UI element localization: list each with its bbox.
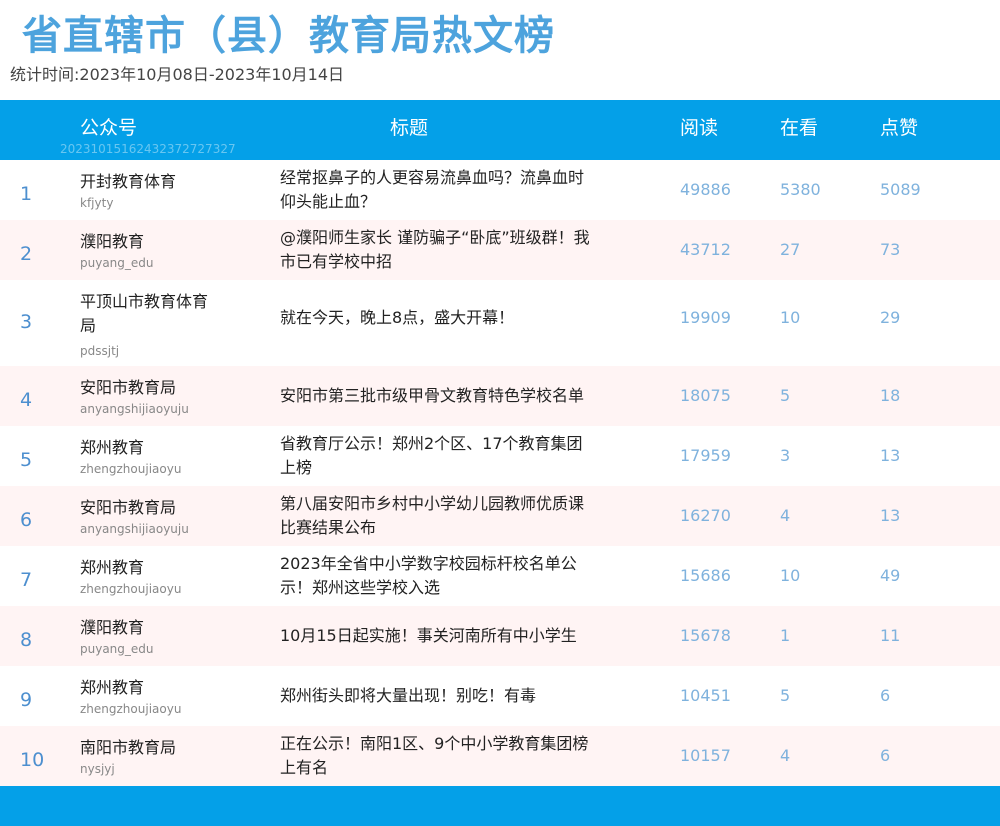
read-count: 19909 — [680, 308, 731, 327]
watch-count: 1 — [780, 626, 791, 645]
article-title[interactable]: 郑州街头即将大量出现！别吃！有毒 — [280, 684, 595, 708]
footer-bar — [0, 786, 1000, 826]
rank-number: 10 — [20, 749, 45, 771]
watch-count: 3 — [780, 446, 791, 465]
account-id: puyang_edu — [80, 256, 154, 270]
rank-number: 6 — [20, 509, 33, 531]
table-row[interactable]: 8 濮阳教育 puyang_edu 10月15日起实施！事关河南所有中小学生 1… — [0, 606, 1000, 666]
header-title: 标题 — [390, 117, 429, 139]
account-name: 安阳市教育局 — [80, 378, 177, 397]
account-id: zhengzhoujiaoyu — [80, 582, 182, 596]
table-row[interactable]: 3 平顶山市教育体育局 pdssjtj 就在今天，晚上8点，盛大开幕！ 1990… — [0, 280, 1000, 366]
account-id: zhengzhoujiaoyu — [80, 702, 182, 716]
header-account: 公众号 — [80, 117, 138, 139]
account-name: 郑州教育 — [80, 678, 145, 697]
article-title[interactable]: 正在公示！南阳1区、9个中小学教育集团榜上有名 — [280, 732, 595, 780]
like-count: 11 — [880, 626, 901, 645]
account-id: puyang_edu — [80, 642, 154, 656]
table-row[interactable]: 5 郑州教育 zhengzhoujiaoyu 省教育厅公示！郑州2个区、17个教… — [0, 426, 1000, 486]
account-id: nysjyj — [80, 762, 115, 776]
article-title[interactable]: 就在今天，晚上8点，盛大开幕！ — [280, 306, 595, 330]
read-count: 15686 — [680, 566, 731, 585]
account-name: 郑州教育 — [80, 438, 145, 457]
watch-count: 27 — [780, 240, 801, 259]
watch-count: 5380 — [780, 180, 821, 199]
watch-count: 10 — [780, 308, 801, 327]
like-count: 29 — [880, 308, 901, 327]
rank-number: 3 — [20, 311, 33, 333]
account-name: 平顶山市教育体育局 — [80, 292, 209, 335]
article-title[interactable]: 第八届安阳市乡村中小学幼儿园教师优质课比赛结果公布 — [280, 492, 595, 540]
read-count: 49886 — [680, 180, 731, 199]
rank-number: 7 — [20, 569, 33, 591]
account-id: kfjyty — [80, 196, 114, 210]
read-count: 10157 — [680, 746, 731, 765]
article-title[interactable]: 经常抠鼻子的人更容易流鼻血吗？流鼻血时仰头能止血？ — [280, 166, 595, 214]
rank-number: 2 — [20, 243, 33, 265]
like-count: 6 — [880, 686, 891, 705]
table-row[interactable]: 6 安阳市教育局 anyangshijiaoyuju 第八届安阳市乡村中小学幼儿… — [0, 486, 1000, 546]
header-watch: 在看 — [780, 117, 819, 139]
like-count: 6 — [880, 746, 891, 765]
account-id: pdssjtj — [80, 344, 120, 358]
page-title: 省直辖市（县）教育局热文榜 — [22, 13, 555, 59]
stat-period: 统计时间:2023年10月08日-2023年10月14日 — [10, 65, 345, 84]
table-row[interactable]: 9 郑州教育 zhengzhoujiaoyu 郑州街头即将大量出现！别吃！有毒 … — [0, 666, 1000, 726]
like-count: 13 — [880, 446, 901, 465]
article-title[interactable]: @濮阳师生家长 谨防骗子“卧底”班级群！我市已有学校中招 — [280, 226, 595, 274]
watch-count: 5 — [780, 686, 791, 705]
read-count: 18075 — [680, 386, 731, 405]
rank-number: 4 — [20, 389, 33, 411]
account-name: 开封教育体育 — [80, 172, 177, 191]
rank-number: 8 — [20, 629, 33, 651]
like-count: 49 — [880, 566, 901, 585]
rank-number: 9 — [20, 689, 33, 711]
article-title[interactable]: 省教育厅公示！郑州2个区、17个教育集团上榜 — [280, 432, 595, 480]
account-name: 安阳市教育局 — [80, 498, 177, 517]
rank-number: 1 — [20, 183, 33, 205]
read-count: 15678 — [680, 626, 731, 645]
account-name: 濮阳教育 — [80, 232, 145, 251]
table-row[interactable]: 1 开封教育体育 kfjyty 经常抠鼻子的人更容易流鼻血吗？流鼻血时仰头能止血… — [0, 160, 1000, 220]
article-title[interactable]: 10月15日起实施！事关河南所有中小学生 — [280, 624, 595, 648]
read-count: 43712 — [680, 240, 731, 259]
watch-count: 4 — [780, 746, 791, 765]
account-id: zhengzhoujiaoyu — [80, 462, 182, 476]
article-title[interactable]: 安阳市第三批市级甲骨文教育特色学校名单 — [280, 384, 595, 408]
account-name: 郑州教育 — [80, 558, 145, 577]
header-read: 阅读 — [680, 117, 719, 139]
read-count: 10451 — [680, 686, 731, 705]
read-count: 16270 — [680, 506, 731, 525]
like-count: 13 — [880, 506, 901, 525]
article-title[interactable]: 2023年全省中小学数字校园标杆校名单公示！郑州这些学校入选 — [280, 552, 595, 600]
rank-number: 5 — [20, 449, 33, 471]
table-row[interactable]: 2 濮阳教育 puyang_edu @濮阳师生家长 谨防骗子“卧底”班级群！我市… — [0, 220, 1000, 280]
table-row[interactable]: 7 郑州教育 zhengzhoujiaoyu 2023年全省中小学数字校园标杆校… — [0, 546, 1000, 606]
watermark-text: 20231015162432372727327 — [60, 142, 236, 156]
like-count: 5089 — [880, 180, 921, 199]
header-like: 点赞 — [880, 117, 919, 139]
account-name: 濮阳教育 — [80, 618, 145, 637]
watch-count: 4 — [780, 506, 791, 525]
account-name: 南阳市教育局 — [80, 738, 177, 757]
like-count: 73 — [880, 240, 901, 259]
table-row[interactable]: 4 安阳市教育局 anyangshijiaoyuju 安阳市第三批市级甲骨文教育… — [0, 366, 1000, 426]
read-count: 17959 — [680, 446, 731, 465]
like-count: 18 — [880, 386, 901, 405]
watch-count: 5 — [780, 386, 791, 405]
table-row[interactable]: 10 南阳市教育局 nysjyj 正在公示！南阳1区、9个中小学教育集团榜上有名… — [0, 726, 1000, 786]
account-id: anyangshijiaoyuju — [80, 402, 189, 416]
account-id: anyangshijiaoyuju — [80, 522, 189, 536]
watch-count: 10 — [780, 566, 801, 585]
